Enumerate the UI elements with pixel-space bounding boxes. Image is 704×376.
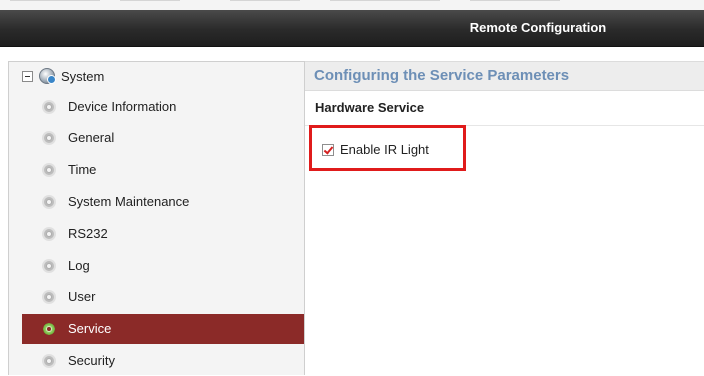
tree-item-label: Security [68,353,115,368]
enable-ir-light-label[interactable]: Enable IR Light [340,141,429,159]
tree-item-device-information[interactable]: Device Information [22,92,304,122]
gear-icon [42,131,56,145]
gear-icon [42,322,56,336]
tree-item-label: User [68,289,96,304]
config-tree: System Device Information General Time S… [8,61,305,375]
gear-icon [42,290,56,304]
tree-item-label: Time [68,162,97,177]
window-body: System Device Information General Time S… [0,47,704,375]
window-titlebar: Remote Configuration [0,10,704,47]
gear-icon [42,354,56,368]
section-header: Configuring the Service Parameters [305,61,704,91]
tree-item-general[interactable]: General [22,123,304,153]
service-config-panel: Configuring the Service Parameters Hardw… [305,47,704,375]
tree-item-rs232[interactable]: RS232 [22,219,304,249]
section-title: Configuring the Service Parameters [314,67,570,84]
gear-icon [42,259,56,273]
subsection-title: Hardware Service [315,100,425,115]
tree-item-label: General [68,130,115,145]
tree-item-label: Device Information [68,99,177,114]
tree-item-log[interactable]: Log [22,251,304,281]
gear-icon [42,100,56,114]
tree-item-time[interactable]: Time [22,155,304,185]
gear-icon [42,163,56,177]
gear-icon [42,195,56,209]
window-title: Remote Configuration [469,20,607,35]
tree-root-system[interactable]: System [9,62,304,92]
gear-icon [42,227,56,241]
tree-item-service[interactable]: Service [22,314,304,344]
tree-item-label: RS232 [68,226,108,241]
enable-ir-light-checkbox[interactable] [322,144,334,156]
system-icon [39,68,56,84]
tree-item-label: Service [68,321,112,336]
tree-item-user[interactable]: User [22,282,304,312]
tree-item-label: System Maintenance [68,194,190,209]
tree-root-label: System [61,69,105,84]
tree-item-label: Log [68,258,90,273]
tree-item-system-maintenance[interactable]: System Maintenance [22,187,304,217]
collapse-icon[interactable] [22,71,33,82]
tree-item-security[interactable]: Security [22,346,304,376]
